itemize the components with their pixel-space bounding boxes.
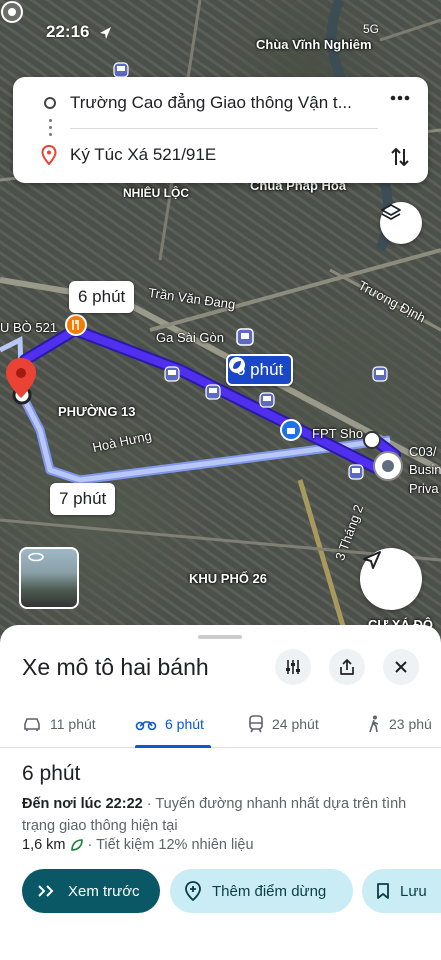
route-time-bubble-top[interactable]: 6 phút (69, 281, 135, 313)
tab-car[interactable]: 11 phút (22, 700, 96, 748)
directions-bottom-sheet: Xe mô tô hai bánh 11 phút 6 phút 24 phút… (0, 625, 441, 960)
map-label-busi: Busin (409, 462, 441, 477)
street-view-thumbnail[interactable] (19, 547, 79, 609)
close-icon (395, 661, 407, 673)
layers-icon (381, 204, 401, 220)
my-location-button[interactable] (360, 548, 422, 610)
map-label-pagoda: Chùa Vĩnh Nghiêm (256, 37, 372, 52)
destination-field[interactable]: Ký Túc Xá 521/91E (70, 145, 216, 165)
map-label-u-bo: U BÒ 521 (0, 320, 58, 335)
pagoda-icon (1, 1, 23, 23)
shopping-icon[interactable] (280, 419, 302, 441)
walk-icon (369, 715, 379, 733)
bookmark-icon (377, 883, 389, 899)
route-distance: 1,6 km (22, 837, 66, 853)
add-location-icon (185, 881, 201, 901)
share-button[interactable] (329, 649, 365, 685)
bus-stop-icon (113, 62, 129, 78)
motorbike-icon (135, 721, 157, 731)
origin-circle-icon (44, 97, 56, 109)
tab-transit-label: 24 phút (272, 716, 319, 732)
eco-leaf-icon (70, 839, 83, 851)
save-button[interactable]: Lưu (362, 869, 441, 913)
map-label-phuong-13: PHƯỜNG 13 (58, 404, 136, 419)
add-stop-button-label: Thêm điểm dừng (212, 882, 327, 900)
bus-stop-icon (164, 366, 180, 382)
tab-walk-label: 23 phú (389, 716, 432, 732)
map-label-c03: C03/ (409, 444, 437, 459)
car-icon (24, 718, 40, 731)
route-arrival-info: Đến nơi lúc 22:22 · Tuyến đường nhanh nh… (22, 793, 422, 837)
train-station-icon (236, 328, 254, 346)
restaurant-icon[interactable] (65, 314, 87, 336)
map-label-priva: Priva (409, 481, 439, 496)
route-duration: 6 phút (22, 762, 81, 785)
tune-icon (286, 660, 300, 674)
add-stop-button[interactable]: Thêm điểm dừng (170, 869, 353, 913)
map-label-fpt-shop: FPT Sho (312, 426, 364, 441)
travel-mode-tabs: 11 phút 6 phút 24 phút 23 phú (0, 700, 441, 748)
tab-motorbike[interactable]: 6 phút (135, 700, 204, 748)
location-pin-icon (6, 358, 36, 398)
arrival-time: Đến nơi lúc 22:22 (22, 796, 143, 812)
layers-button[interactable] (380, 202, 422, 244)
origin-field[interactable]: Trường Cao đẳng Giao thông Vận t... (70, 93, 370, 113)
transit-icon (249, 715, 263, 733)
divider (70, 128, 378, 129)
location-arrow-icon (100, 27, 111, 39)
tab-transit[interactable]: 24 phút (248, 700, 319, 748)
map-label-ga-sai-gon: Ga Sài Gòn (156, 330, 224, 345)
route-time-bubble-primary[interactable]: 6 phút (226, 354, 294, 386)
share-icon (340, 659, 354, 675)
drag-handle[interactable] (198, 635, 242, 639)
bus-stop-icon (348, 464, 364, 480)
tab-walk[interactable]: 23 phú (367, 700, 432, 748)
status-time: 22:16 (46, 22, 90, 41)
tab-motorbike-label: 6 phút (165, 716, 204, 732)
route-time-bubble-alt[interactable]: 7 phút (50, 483, 116, 515)
fuel-savings: · Tiết kiệm 12% nhiên liệu (87, 837, 254, 853)
preview-button-label: Xem trước (68, 882, 140, 900)
origin-row[interactable]: Trường Cao đẳng Giao thông Vận t... (13, 83, 428, 123)
eco-leaf-icon (229, 357, 245, 373)
route-search-card: Trường Cao đẳng Giao thông Vận t... Ký T… (13, 77, 428, 183)
street-view-360-icon (28, 552, 44, 562)
swap-icon[interactable] (390, 145, 410, 169)
bus-stop-icon (259, 392, 275, 408)
save-button-label: Lưu (400, 882, 427, 900)
destination-row[interactable]: Ký Túc Xá 521/91E (13, 135, 428, 175)
route-distance-info: 1,6 km · Tiết kiệm 12% nhiên liệu (22, 837, 254, 853)
map-label-khu-pho-26: KHU PHỐ 26 (189, 571, 268, 586)
more-options-icon[interactable] (390, 95, 410, 101)
map-label-district: NHIÊU LỘC (123, 186, 189, 200)
close-button[interactable] (383, 649, 419, 685)
destination-pin-icon (41, 145, 57, 165)
bus-stop-icon (372, 366, 388, 382)
double-chevron-icon (38, 885, 54, 897)
route-options-button[interactable] (275, 649, 311, 685)
tab-car-label: 11 phút (50, 716, 96, 732)
preview-button[interactable]: Xem trước (22, 869, 160, 913)
travel-mode-title: Xe mô tô hai bánh (22, 654, 209, 680)
active-tab-indicator (135, 745, 211, 748)
status-network: 5G (362, 22, 379, 36)
bus-stop-icon (205, 384, 221, 400)
navigation-arrow-icon (363, 551, 381, 569)
